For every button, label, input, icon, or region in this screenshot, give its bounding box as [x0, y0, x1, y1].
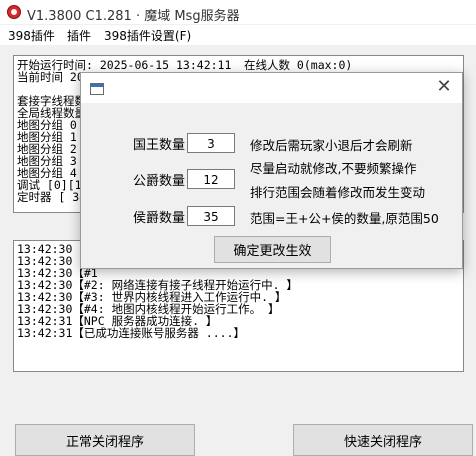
title-bar: V1.3800 C1.281 · 魔域 Msg服务器: [0, 0, 476, 24]
duke-count-input[interactable]: 12: [187, 169, 235, 189]
king-count-input[interactable]: 3: [187, 133, 235, 153]
log-line: 13:42:31【已成功连接账号服务器 ....】: [17, 326, 246, 340]
menu-398-plugin[interactable]: 398插件: [8, 27, 55, 44]
rank-settings-dialog: ✕ 国王数量 3 修改后需玩家小退后才会刷新 尽量启动就修改,不要频繁操作 公爵…: [80, 72, 463, 269]
window-icon: [90, 83, 104, 95]
rank-range-note: 排行范围会随着修改而发生变动: [250, 185, 426, 200]
king-note: 修改后需玩家小退后才会刷新: [250, 138, 413, 153]
close-icon[interactable]: ✕: [434, 76, 454, 98]
king-count-label: 国王数量: [133, 138, 186, 153]
apply-changes-button[interactable]: 确定更改生效: [214, 236, 331, 263]
menu-plugin[interactable]: 插件: [67, 27, 91, 44]
app-icon: [7, 5, 21, 19]
dialog-title-bar: ✕: [81, 73, 462, 103]
marquis-note: 范围=王+公+侯的数量,原范围50: [250, 211, 439, 226]
online-count: 在线人数 0(max:0): [244, 59, 353, 72]
fast-close-button[interactable]: 快速关闭程序: [293, 424, 473, 456]
marquis-count-label: 侯爵数量: [133, 211, 186, 226]
timer-line: 定时器 [ 34: [17, 191, 87, 204]
duke-note: 尽量启动就修改,不要频繁操作: [250, 161, 417, 176]
window-title: V1.3800 C1.281 · 魔域 Msg服务器: [27, 9, 240, 24]
menu-bar: 398插件 插件 398插件设置(F): [0, 25, 476, 45]
duke-count-label: 公爵数量: [133, 174, 186, 189]
marquis-count-input[interactable]: 35: [187, 206, 235, 226]
normal-close-button[interactable]: 正常关闭程序: [15, 424, 195, 456]
menu-398-plugin-settings[interactable]: 398插件设置(F): [104, 27, 191, 44]
